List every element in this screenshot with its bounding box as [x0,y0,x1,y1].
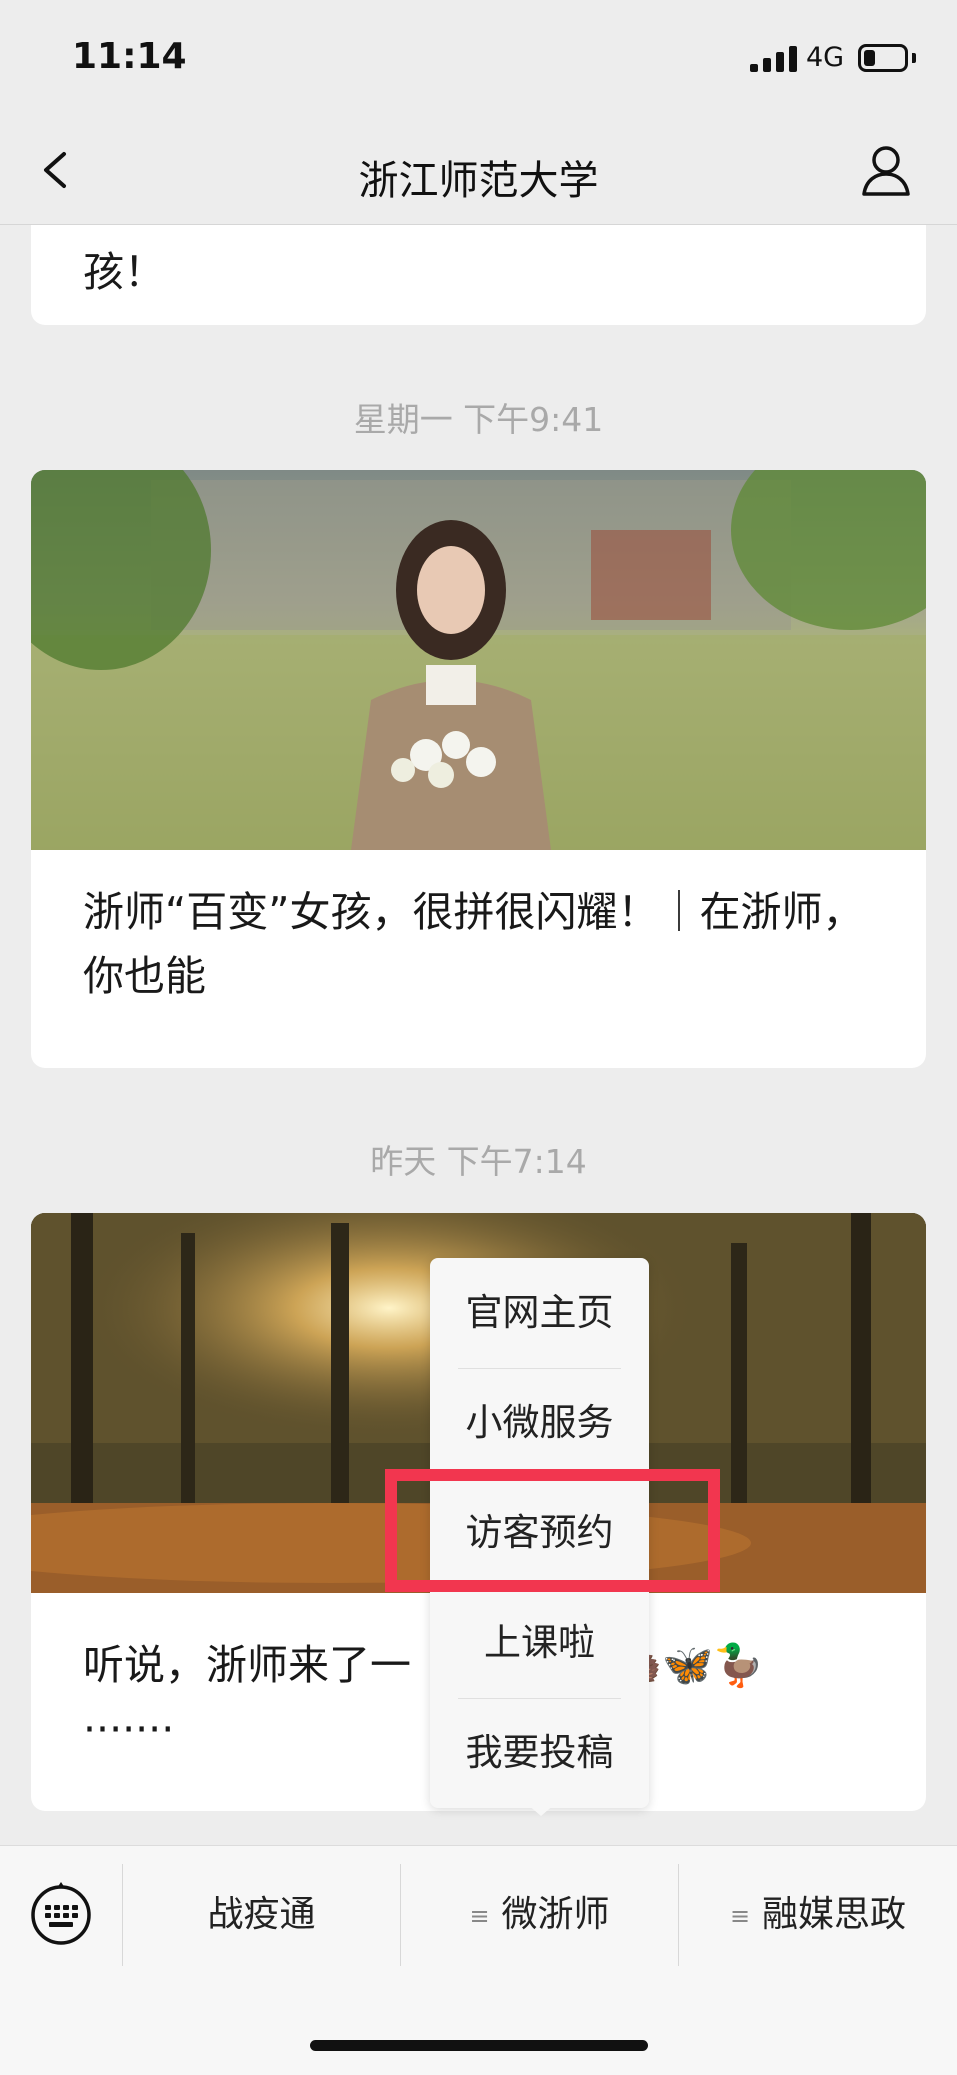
person-icon[interactable] [858,140,914,200]
submenu-lines-icon: ≡ [469,1902,490,1930]
article-title: 浙师“百变”女孩，很拼很闪耀！｜在浙师，你也能 [83,888,864,1000]
home-indicator[interactable] [310,2040,648,2051]
article-title-previous: 孩！ [83,248,165,296]
nav-bar: 浙江师范大学 [0,118,957,225]
menu-tab-media-politics[interactable]: ≡ 融媒思政 [679,1880,957,1950]
article-title-text: 听说，浙师来了一 [83,1641,411,1689]
article-card-previous[interactable]: 孩！ [31,225,926,325]
highlight-box [385,1469,720,1592]
page-title: 浙江师范大学 [358,158,599,204]
keyboard-icon[interactable] [28,1882,94,1948]
battery-level [864,50,875,66]
article-title-ellipsis: ······· [83,1705,175,1753]
article-card[interactable]: 浙师“百变”女孩，很拼很闪耀！｜在浙师，你也能 [31,470,926,1068]
status-bar: 11:14 4G [0,0,957,118]
article-cover-image [31,470,926,850]
timestamp: 昨天 下午7:14 [370,1142,587,1181]
menu-tab-label: 微浙师 [501,1894,610,1935]
menu-tab-wei-zheshi[interactable]: ≡ 微浙师 [401,1880,678,1950]
menu-tab-label: 融媒思政 [762,1894,907,1935]
status-time: 11:14 [72,36,187,77]
submenu-lines-icon: ≡ [729,1902,751,1930]
signal-icon [750,46,797,72]
menu-item-micro-service[interactable]: 小微服务 [458,1368,621,1478]
battery-tip [912,53,916,63]
menu-tab-epidemic[interactable]: 战疫通 [123,1880,400,1950]
menu-item-submit-article[interactable]: 我要投稿 [458,1698,621,1808]
timestamp: 星期一 下午9:41 [353,400,604,439]
network-type: 4G [806,42,845,73]
popup-arrow [527,1804,555,1816]
menu-item-class-time[interactable]: 上课啦 [458,1588,621,1698]
battery-icon [858,44,908,72]
menu-item-official-site[interactable]: 官网主页 [458,1258,621,1368]
menu-tab-label: 战疫通 [207,1894,316,1935]
